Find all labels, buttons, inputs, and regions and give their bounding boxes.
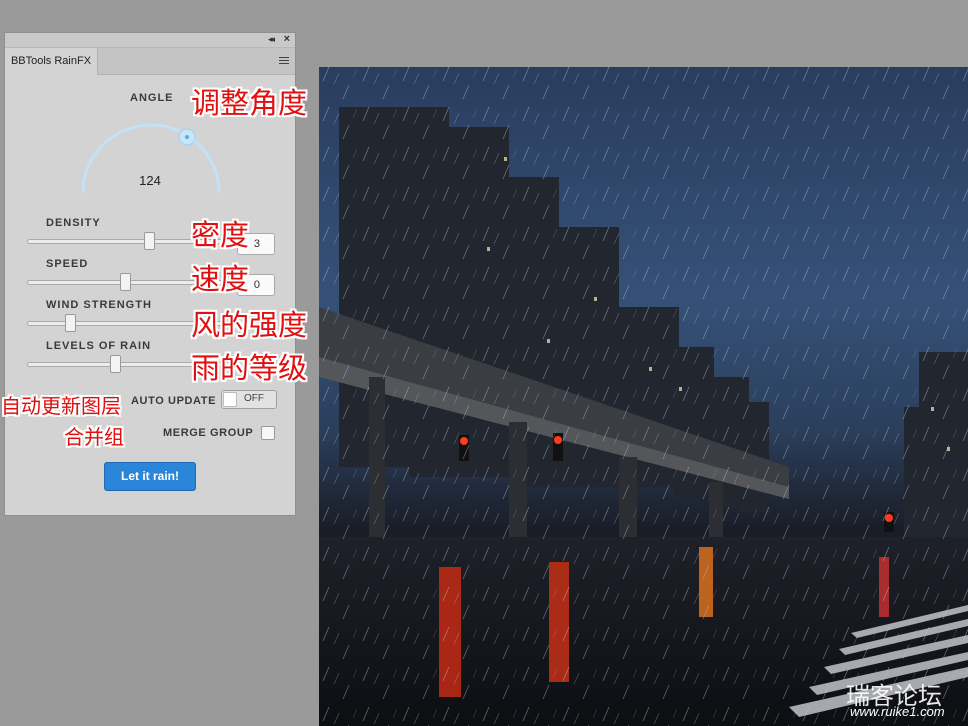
density-label: DENSITY [46, 217, 101, 229]
wind-strength-slider-thumb[interactable] [65, 314, 76, 332]
wind-strength-label: WIND STRENGTH [46, 299, 152, 311]
speed-label: SPEED [46, 258, 89, 270]
levels-of-rain-label: LEVELS OF RAIN [46, 340, 152, 352]
rainy-city-image [319, 67, 968, 726]
levels-of-rain-slider-thumb[interactable] [110, 355, 121, 373]
auto-update-label: AUTO UPDATE [131, 395, 217, 407]
tab-bbtools-rainfx[interactable]: BBTools RainFX [5, 48, 98, 75]
tab-bar: BBTools RainFX [5, 48, 295, 75]
let-it-rain-button[interactable]: Let it rain! [104, 462, 196, 491]
collapse-icon[interactable]: ◂◂ [268, 34, 275, 45]
annotation-levels: 雨的等级 [191, 351, 308, 385]
merge-group-checkbox[interactable] [261, 426, 275, 440]
density-slider-thumb[interactable] [144, 232, 155, 250]
angle-value: 124 [139, 173, 161, 188]
annotation-density: 密度 [191, 218, 250, 252]
watermark-url: www.ruike1.com [850, 704, 945, 719]
panel-title-bar: ◂◂ × [5, 33, 295, 48]
annotation-auto-update: 自动更新图层 [1, 394, 121, 418]
document-canvas[interactable] [319, 67, 968, 726]
toggle-state: OFF [244, 393, 264, 404]
angle-label: ANGLE [130, 92, 174, 104]
merge-group-label: MERGE GROUP [163, 427, 254, 439]
speed-slider-thumb[interactable] [120, 273, 131, 291]
close-icon[interactable]: × [284, 33, 290, 45]
angle-dial[interactable] [81, 121, 221, 201]
toggle-knob [223, 392, 237, 407]
annotation-speed: 速度 [191, 262, 250, 296]
auto-update-toggle[interactable]: OFF [221, 390, 277, 409]
annotation-angle: 调整角度 [191, 86, 308, 120]
annotation-wind: 风的强度 [191, 308, 308, 342]
annotation-merge: 合并组 [64, 425, 124, 449]
panel-menu-icon[interactable] [279, 57, 289, 66]
